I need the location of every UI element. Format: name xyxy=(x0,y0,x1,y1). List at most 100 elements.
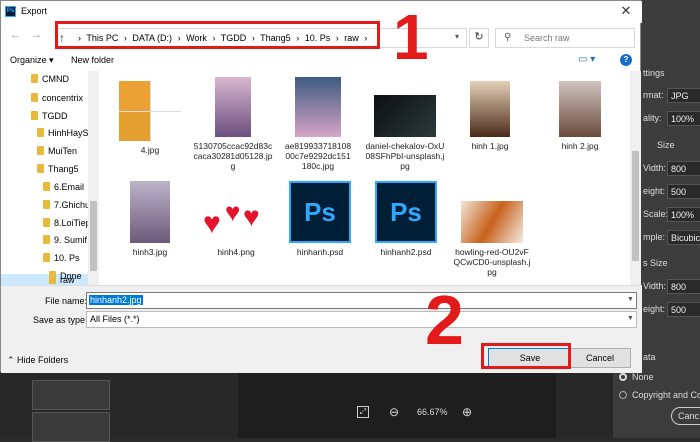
file-name-value[interactable]: hinhanh2.jpg xyxy=(89,295,143,305)
folder-icon xyxy=(43,235,50,244)
image-thumbnail xyxy=(461,201,523,243)
copyright-radio[interactable] xyxy=(619,391,627,399)
file-name: 4.jpg xyxy=(140,145,160,155)
tree-item[interactable]: TGDD xyxy=(31,111,68,125)
folder-icon xyxy=(43,182,50,191)
image-thumbnail xyxy=(295,77,341,137)
none-radio[interactable] xyxy=(619,373,627,381)
height-label: eight: xyxy=(643,186,666,196)
save-as-type-label: Save as type: xyxy=(33,315,88,325)
close-button[interactable]: ✕ xyxy=(613,3,639,21)
scale-field[interactable]: 100% xyxy=(667,207,700,222)
file-name: ae819933718108 00c7e9292dc151 180c.jpg xyxy=(284,141,352,171)
chevron-down-icon[interactable]: ▼ xyxy=(627,315,634,322)
tree-item[interactable]: 9. Sumif xyxy=(43,235,87,249)
file-name: hinhanh2.psd xyxy=(380,247,432,257)
image-thumbnail xyxy=(119,81,181,141)
step-number-2: 2 xyxy=(425,281,464,359)
file-item[interactable]: ae819933718108 00c7e9292dc151 180c.jpg xyxy=(278,77,358,171)
canvas-height-field[interactable]: 500 xyxy=(667,302,700,317)
photoshop-thumb-panel xyxy=(0,372,110,442)
folder-icon xyxy=(31,93,38,102)
canvas-width-field[interactable]: 800 xyxy=(667,279,700,294)
dialog-title: Export xyxy=(21,6,48,16)
refresh-icon[interactable]: ↻ xyxy=(469,28,489,48)
format-label: rmat: xyxy=(643,90,664,100)
folder-icon xyxy=(43,253,50,262)
navigation-scrollbar[interactable] xyxy=(88,71,99,285)
file-name: hinh4.png xyxy=(217,247,255,257)
new-folder-button[interactable]: New folder xyxy=(71,55,114,65)
canvas-height-label: eight: xyxy=(643,304,666,314)
folder-icon xyxy=(37,128,44,137)
step-number-1: 1 xyxy=(393,1,429,73)
resample-label: mple: xyxy=(643,232,666,242)
ps-cancel-button[interactable]: Canc xyxy=(671,407,700,425)
file-item[interactable]: 5130705ccac92d83ccaca30281d05128.jpg xyxy=(193,77,273,171)
file-item[interactable]: hinh3.jpg xyxy=(110,181,190,257)
tree-item[interactable]: 8.LoiTiep xyxy=(43,218,91,232)
file-name: hinhanh.psd xyxy=(296,247,344,257)
file-name-field[interactable]: hinhanh2.jpg ▼ xyxy=(86,292,637,309)
thumb-card[interactable] xyxy=(32,380,110,410)
scroll-thumb[interactable] xyxy=(632,151,639,261)
tree-item[interactable]: Thang5 xyxy=(37,164,79,178)
tree-item[interactable]: MuiTen xyxy=(37,146,77,160)
view-options-icon[interactable]: ▭ ▾ xyxy=(578,54,595,65)
none-option-label: None xyxy=(632,372,654,382)
file-name: hinh 2.jpg xyxy=(561,141,599,151)
zoom-in-icon[interactable]: ⊕ xyxy=(462,405,472,419)
file-item[interactable]: Ps hinhanh2.psd xyxy=(366,181,446,257)
chevron-down-icon[interactable]: ▾ xyxy=(455,32,459,41)
file-list-scrollbar[interactable] xyxy=(630,71,641,285)
image-thumbnail xyxy=(130,181,170,243)
width-label: Vidth: xyxy=(643,163,666,173)
help-icon[interactable]: ? xyxy=(620,54,632,66)
file-name: daniel-chekalov-OxU08SFhPbI-unsplash.jpg xyxy=(365,141,445,171)
tree-item[interactable]: 10. Ps xyxy=(43,253,80,267)
folder-icon xyxy=(31,111,38,120)
chevron-down-icon[interactable]: ▼ xyxy=(627,296,634,303)
photoshop-file-icon: Ps xyxy=(289,181,351,243)
file-item[interactable]: hinh 2.jpg xyxy=(540,81,620,151)
file-item[interactable]: hinh 1.jpg xyxy=(450,81,530,151)
quality-field[interactable]: 100% xyxy=(667,111,700,126)
tree-item[interactable]: 6.Email xyxy=(43,182,84,196)
tree-item[interactable]: 7.Ghichu xyxy=(43,200,90,214)
folder-icon xyxy=(37,146,44,155)
export-dialog: Ps Export ✕ ← → ↑ › This PC › DATA (D:) … xyxy=(0,0,642,373)
save-as-type-select[interactable]: All Files (*.*) ▼ xyxy=(86,311,637,328)
resample-select[interactable]: Bicubic xyxy=(667,230,700,245)
file-item[interactable]: daniel-chekalov-OxU08SFhPbI-unsplash.jpg xyxy=(365,95,445,171)
file-item[interactable]: howling-red-OU2vFQCwCD0-unsplash.jpg xyxy=(452,201,532,277)
folder-icon xyxy=(49,275,56,284)
tree-item[interactable]: CMND xyxy=(31,74,69,88)
width-field[interactable]: 800 xyxy=(667,161,700,176)
navigation-pane: CMND concentrix TGDD HinhHaySt MuiTen Th… xyxy=(1,71,100,285)
organize-button[interactable]: Organize ▾ xyxy=(10,55,54,66)
zoom-out-icon[interactable]: ⊖ xyxy=(389,405,399,419)
tree-item[interactable]: HinhHaySt xyxy=(37,128,91,142)
folder-icon xyxy=(43,200,50,209)
forward-arrow-icon[interactable]: → xyxy=(31,29,42,41)
image-thumbnail xyxy=(559,81,601,137)
file-item[interactable]: ♥ ♥ ♥ hinh4.png xyxy=(196,199,276,257)
back-arrow-icon[interactable]: ← xyxy=(10,29,21,41)
file-item[interactable]: 4.jpg xyxy=(110,81,190,155)
folder-icon xyxy=(43,218,50,227)
search-box[interactable]: ⚲ Search raw xyxy=(495,28,635,48)
fit-icon[interactable]: ⤢ xyxy=(357,406,369,418)
file-item[interactable]: Ps hinhanh.psd xyxy=(280,181,360,257)
folder-icon xyxy=(31,74,38,83)
scroll-thumb[interactable] xyxy=(90,201,97,271)
search-input[interactable]: Search raw xyxy=(524,33,570,43)
height-field[interactable]: 500 xyxy=(667,184,700,199)
cancel-button[interactable]: Cancel xyxy=(569,348,631,368)
canvas-size-title: s Size xyxy=(643,258,668,268)
canvas-width-label: Vidth: xyxy=(643,281,666,291)
tree-item-raw[interactable]: raw xyxy=(49,275,75,289)
format-select[interactable]: JPG xyxy=(667,88,700,103)
image-thumbnail xyxy=(215,77,251,137)
tree-item[interactable]: concentrix xyxy=(31,93,83,107)
hide-folders-toggle[interactable]: ⌃ Hide Folders xyxy=(7,355,68,366)
